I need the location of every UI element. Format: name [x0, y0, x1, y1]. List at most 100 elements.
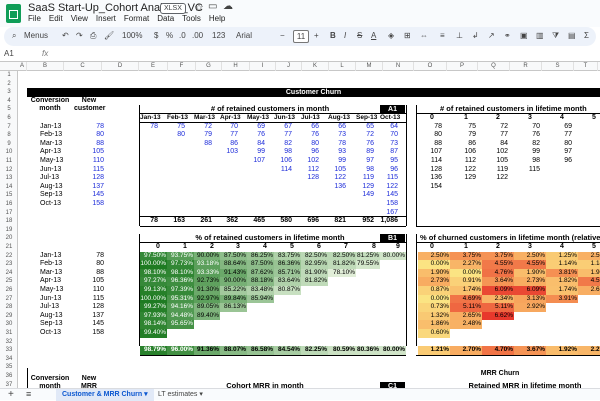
zoom-select[interactable]: 100% [122, 30, 142, 42]
row-header-2[interactable]: 2 [0, 80, 18, 89]
row-header-5[interactable]: 5 [0, 105, 18, 114]
column-header-a[interactable]: A [18, 62, 27, 71]
menu-insert[interactable]: Insert [96, 14, 116, 23]
row-header-12[interactable]: 12 [0, 166, 18, 175]
column-header-k[interactable]: K [302, 62, 329, 71]
cloud-status-icon[interactable]: ☁ [223, 1, 233, 12]
currency-format-button[interactable]: $ [154, 30, 158, 42]
row-header-34[interactable]: 34 [0, 355, 18, 364]
sheet-tab-customer-mrr-churn[interactable]: Customer & MRR Churn ▾ [56, 389, 154, 401]
italic-button[interactable]: I [344, 30, 346, 42]
column-header-o[interactable]: O [414, 62, 447, 71]
functions-icon[interactable]: Σ [584, 30, 589, 42]
row-header-15[interactable]: 15 [0, 191, 18, 200]
column-header-f[interactable]: F [168, 62, 196, 71]
row-header-37[interactable]: 37 [0, 381, 18, 388]
menu-tools[interactable]: Tools [182, 14, 201, 23]
row-header-27[interactable]: 27 [0, 295, 18, 304]
strikethrough-button[interactable]: S [357, 30, 362, 42]
row-header-3[interactable]: 3 [0, 88, 18, 97]
all-sheets-button[interactable]: ≡ [26, 389, 31, 400]
row-header-30[interactable]: 30 [0, 320, 18, 329]
star-icon[interactable]: ☆ [194, 1, 204, 14]
column-header-s[interactable]: S [542, 62, 574, 71]
row-header-32[interactable]: 32 [0, 338, 18, 347]
valign-icon[interactable]: ⊥ [456, 30, 463, 42]
sheet-tab-lt-estimates[interactable]: LT estimates ▾ [152, 389, 209, 401]
rotate-text-icon[interactable]: ↗ [488, 30, 495, 42]
row-header-20[interactable]: 20 [0, 234, 18, 243]
row-header-35[interactable]: 35 [0, 363, 18, 372]
menu-format[interactable]: Format [124, 14, 149, 23]
column-header-r[interactable]: R [510, 62, 542, 71]
column-header-c[interactable]: C [64, 62, 102, 71]
column-header-n[interactable]: N [383, 62, 414, 71]
chart-icon[interactable]: ▥ [536, 30, 544, 42]
column-header-m[interactable]: M [356, 62, 383, 71]
column-header-h[interactable]: H [222, 62, 250, 71]
font-size-input[interactable]: 11 [293, 30, 309, 43]
decrease-decimal-button[interactable]: .0 [179, 30, 186, 42]
search-menus-label[interactable]: Menus [24, 30, 48, 42]
row-header-29[interactable]: 29 [0, 312, 18, 321]
menu-help[interactable]: Help [209, 14, 225, 23]
row-header-24[interactable]: 24 [0, 269, 18, 278]
column-header-j[interactable]: J [276, 62, 302, 71]
column-header-q[interactable]: Q [478, 62, 510, 71]
row-header-1[interactable]: 1 [0, 71, 18, 80]
row-header-21[interactable]: 21 [0, 243, 18, 252]
row-header-26[interactable]: 26 [0, 286, 18, 295]
redo-icon[interactable]: ↷ [76, 30, 83, 42]
folder-move-icon[interactable]: ▭ [208, 1, 217, 12]
column-header-t[interactable]: T [574, 62, 598, 71]
menu-data[interactable]: Data [157, 14, 174, 23]
font-size-decrease-icon[interactable]: − [280, 30, 285, 42]
percent-format-button[interactable]: % [166, 30, 173, 42]
fill-color-icon[interactable]: ◈ [388, 30, 394, 42]
row-header-31[interactable]: 31 [0, 329, 18, 338]
merge-cells-icon[interactable]: ⇔ [420, 30, 428, 42]
column-header-b[interactable]: B [27, 62, 64, 71]
link-icon[interactable]: ⚭ [504, 30, 511, 42]
sheets-logo-icon[interactable] [6, 4, 21, 23]
row-header-14[interactable]: 14 [0, 183, 18, 192]
row-header-25[interactable]: 25 [0, 277, 18, 286]
column-header-p[interactable]: P [447, 62, 478, 71]
column-header-i[interactable]: I [250, 62, 276, 71]
font-select[interactable]: Arial [236, 30, 252, 42]
row-header-8[interactable]: 8 [0, 131, 18, 140]
filter-views-icon[interactable]: ▤ [568, 30, 576, 42]
row-header-16[interactable]: 16 [0, 200, 18, 209]
row-header-17[interactable]: 17 [0, 209, 18, 218]
menu-file[interactable]: File [28, 14, 41, 23]
row-header-9[interactable]: 9 [0, 140, 18, 149]
row-header-33[interactable]: 33 [0, 346, 18, 355]
name-box[interactable]: A1 [4, 49, 14, 58]
row-header-7[interactable]: 7 [0, 123, 18, 132]
row-header-28[interactable]: 28 [0, 303, 18, 312]
search-menus-icon[interactable]: ⌕ [12, 30, 16, 42]
bold-button[interactable]: B [330, 30, 336, 42]
add-sheet-button[interactable]: + [8, 389, 14, 400]
row-header-10[interactable]: 10 [0, 148, 18, 157]
number-format-button[interactable]: 123 [212, 30, 225, 42]
menu-view[interactable]: View [71, 14, 88, 23]
spreadsheet-grid[interactable]: ABCDEFGHIJKLMNOPQRSTUV 12345678910111213… [0, 62, 600, 388]
font-size-increase-icon[interactable]: + [314, 30, 319, 42]
row-header-36[interactable]: 36 [0, 372, 18, 381]
menu-edit[interactable]: Edit [49, 14, 63, 23]
row-header-19[interactable]: 19 [0, 226, 18, 235]
wrap-icon[interactable]: ↲ [472, 30, 479, 42]
increase-decimal-button[interactable]: .00 [192, 30, 203, 42]
column-header-e[interactable]: E [139, 62, 168, 71]
paint-format-icon[interactable]: 🖌 [104, 30, 114, 42]
print-icon[interactable]: ⎙ [90, 30, 96, 42]
align-left-icon[interactable]: ≡ [440, 30, 445, 42]
filter-icon[interactable]: ⧩ [552, 30, 559, 42]
borders-icon[interactable]: ⊞ [404, 30, 411, 42]
row-header-4[interactable]: 4 [0, 97, 18, 106]
row-header-6[interactable]: 6 [0, 114, 18, 123]
column-header-g[interactable]: G [196, 62, 222, 71]
row-header-18[interactable]: 18 [0, 217, 18, 226]
text-color-button[interactable]: A [371, 30, 376, 42]
